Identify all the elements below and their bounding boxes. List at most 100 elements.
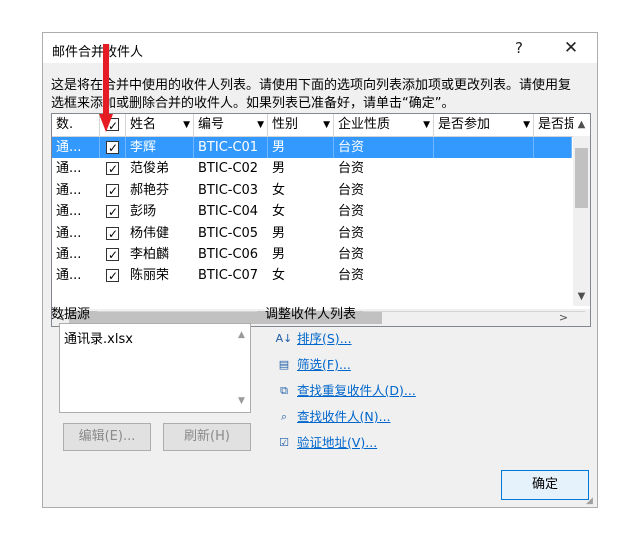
cell-participate bbox=[434, 158, 534, 179]
datasource-divider bbox=[97, 311, 257, 312]
header-more[interactable]: 是否提 bbox=[534, 114, 574, 136]
table-row[interactable]: 通... 杨伟健 BTIC-C05 男 台资 bbox=[52, 223, 572, 244]
recipient-list[interactable]: 数. 姓名▼ 编号▼ 性别▼ 企业性质▼ 是否参加▼ 是否提 通...李辉BTI… bbox=[51, 113, 591, 327]
duplicates-icon: ⧉ bbox=[280, 384, 288, 397]
cell-name: 彭旸 bbox=[130, 204, 157, 220]
datasource-label: 数据源 bbox=[51, 307, 91, 322]
cell-source: 通... bbox=[56, 161, 82, 177]
close-button[interactable]: ✕ bbox=[555, 37, 587, 59]
scroll-up-icon[interactable]: ▲ bbox=[233, 330, 250, 340]
cell-enterprise-type: 台资 bbox=[338, 161, 365, 177]
cell-checkbox bbox=[100, 180, 126, 201]
title-bar: 邮件合并收件人 ? ✕ bbox=[43, 33, 597, 63]
recipient-checkbox[interactable] bbox=[106, 266, 119, 286]
mail-merge-recipients-dialog: 邮件合并收件人 ? ✕ 这是将在合并中使用的收件人列表。请使用下面的选项向列表添… bbox=[42, 32, 598, 508]
table-row[interactable]: 通... 陈丽荣 BTIC-C07 女 台资 bbox=[52, 265, 572, 286]
refresh-button[interactable]: 刷新(H) bbox=[163, 423, 251, 451]
vertical-scrollbar[interactable]: ▲ ▼ bbox=[573, 118, 590, 306]
cell-name: 郝艳芬 bbox=[130, 182, 170, 198]
cell-checkbox bbox=[100, 244, 126, 265]
recipient-checkbox[interactable] bbox=[106, 138, 119, 158]
dropdown-arrow-icon[interactable]: ▼ bbox=[523, 114, 530, 136]
recipient-checkbox[interactable] bbox=[106, 224, 119, 244]
vertical-scroll-thumb[interactable] bbox=[575, 148, 588, 208]
ok-button[interactable]: 确定 bbox=[501, 470, 589, 500]
cell-participate bbox=[434, 201, 534, 222]
cell-id: BTIC-C07 bbox=[198, 268, 259, 284]
cell-name: 杨伟健 bbox=[130, 225, 170, 241]
cell-name: 李辉 bbox=[126, 137, 194, 158]
cell-enterprise-type: 台资 bbox=[338, 182, 365, 198]
scroll-up-icon[interactable]: ▲ bbox=[573, 118, 590, 132]
find-recipient-link[interactable]: 查找收件人(N)... bbox=[297, 407, 391, 427]
cell-source: 通... bbox=[56, 182, 82, 198]
table-row[interactable]: 通... 郝艳芬 BTIC-C03 女 台资 bbox=[52, 180, 572, 201]
sort-link[interactable]: 排序(S)... bbox=[297, 329, 352, 349]
cell-checkbox bbox=[100, 137, 126, 158]
cell-participate bbox=[434, 137, 534, 158]
validate-address-icon: ☑ bbox=[279, 436, 289, 449]
table-row[interactable]: 通... 李辉BTIC-C01男台资 bbox=[52, 137, 572, 159]
datasource-scrollbar[interactable]: ▲ ▼ bbox=[233, 324, 250, 412]
header-name[interactable]: 姓名 ▼ bbox=[126, 114, 194, 136]
cell-sex: 女 bbox=[272, 182, 286, 198]
cell-id: BTIC-C01 bbox=[194, 137, 268, 158]
cell-name: 陈丽荣 bbox=[130, 268, 170, 284]
cell-participate bbox=[434, 223, 534, 244]
resize-grip-icon[interactable]: ◢ bbox=[586, 496, 596, 506]
cell-source: 通... bbox=[56, 204, 82, 220]
cell-id: BTIC-C06 bbox=[198, 246, 259, 262]
cell-more bbox=[534, 180, 572, 201]
cell-enterprise-type: 台资 bbox=[338, 268, 365, 284]
help-button[interactable]: ? bbox=[503, 37, 535, 59]
cell-sex: 男 bbox=[272, 246, 286, 262]
dropdown-arrow-icon[interactable]: ▼ bbox=[423, 114, 430, 136]
cell-source: 通... bbox=[52, 137, 100, 158]
recipient-checkbox[interactable] bbox=[106, 181, 119, 201]
search-icon: ⌕ bbox=[280, 410, 288, 423]
header-participate[interactable]: 是否参加 ▼ bbox=[434, 114, 534, 136]
recipient-checkbox[interactable] bbox=[106, 202, 119, 222]
scroll-down-icon[interactable]: ▼ bbox=[573, 290, 590, 304]
cell-enterprise-type: 台资 bbox=[338, 246, 365, 262]
dialog-title: 邮件合并收件人 bbox=[52, 45, 144, 60]
table-row[interactable]: 通... 范俊弟 BTIC-C02 男 台资 bbox=[52, 158, 572, 179]
cell-name: 范俊弟 bbox=[130, 161, 170, 177]
dropdown-arrow-icon[interactable]: ▼ bbox=[183, 114, 190, 136]
table-row[interactable]: 通... 李柏麟 BTIC-C06 男 台资 bbox=[52, 244, 572, 265]
cell-id: BTIC-C03 bbox=[198, 182, 259, 198]
cell-more bbox=[534, 223, 572, 244]
cell-sex: 女 bbox=[272, 268, 286, 284]
find-duplicates-link[interactable]: 查找重复收件人(D)... bbox=[297, 381, 416, 401]
instructions-text: 这是将在合并中使用的收件人列表。请使用下面的选项向列表添加项或更改列表。请使用复… bbox=[51, 78, 572, 111]
scroll-down-icon[interactable]: ▼ bbox=[233, 396, 250, 406]
filter-link[interactable]: 筛选(F)... bbox=[297, 355, 351, 375]
cell-id: BTIC-C05 bbox=[198, 225, 259, 241]
cell-id: BTIC-C04 bbox=[198, 204, 259, 220]
header-source[interactable]: 数. bbox=[52, 114, 100, 136]
cell-checkbox bbox=[100, 265, 126, 286]
recipient-checkbox[interactable] bbox=[106, 159, 119, 179]
cell-enterprise-type: 台资 bbox=[338, 204, 365, 220]
header-enterprise-type[interactable]: 企业性质 ▼ bbox=[334, 114, 434, 136]
edit-button[interactable]: 编辑(E)... bbox=[63, 423, 151, 451]
recipient-checkbox[interactable] bbox=[106, 245, 119, 265]
header-sex[interactable]: 性别 ▼ bbox=[268, 114, 334, 136]
validate-address-link[interactable]: 验证地址(V)... bbox=[297, 433, 377, 453]
dropdown-arrow-icon[interactable]: ▼ bbox=[257, 114, 264, 136]
cell-enterprise-type: 台资 bbox=[338, 225, 365, 241]
datasource-file[interactable]: 通讯录.xlsx bbox=[64, 328, 133, 347]
table-row[interactable]: 通... 彭旸 BTIC-C04 女 台资 bbox=[52, 201, 572, 222]
datasource-list[interactable]: 通讯录.xlsx ▲ ▼ bbox=[59, 323, 251, 413]
header-id[interactable]: 编号 ▼ bbox=[194, 114, 268, 136]
grid-header: 数. 姓名▼ 编号▼ 性别▼ 企业性质▼ 是否参加▼ 是否提 bbox=[52, 114, 590, 137]
dropdown-arrow-icon[interactable]: ▼ bbox=[323, 114, 330, 136]
cell-checkbox bbox=[100, 158, 126, 179]
cell-source: 通... bbox=[56, 246, 82, 262]
adjust-list-label: 调整收件人列表 bbox=[265, 307, 357, 322]
cell-enterprise-type: 台资 bbox=[334, 137, 434, 158]
cell-checkbox bbox=[100, 201, 126, 222]
cell-participate bbox=[434, 180, 534, 201]
sort-icon: A↓ bbox=[275, 332, 293, 345]
cell-checkbox bbox=[100, 223, 126, 244]
